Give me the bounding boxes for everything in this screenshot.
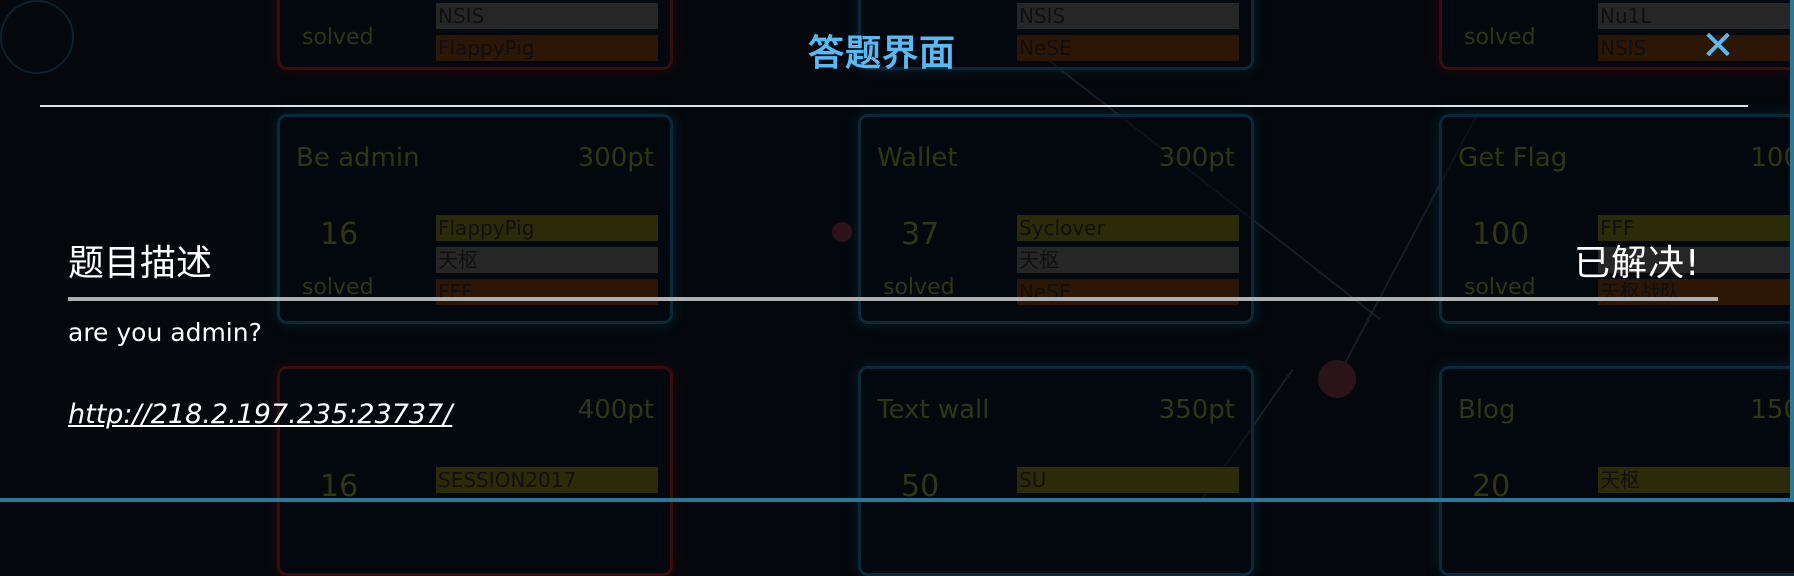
challenge-description: are you admin? bbox=[68, 318, 262, 347]
divider bbox=[40, 105, 1748, 107]
solved-status: 已解决! bbox=[1574, 243, 1701, 284]
description-heading: 题目描述 bbox=[68, 243, 213, 284]
close-icon[interactable]: ✕ bbox=[1698, 26, 1738, 66]
modal-border bbox=[1790, 0, 1794, 502]
challenge-link[interactable]: http://218.2.197.235:23737/ bbox=[68, 399, 452, 430]
divider bbox=[68, 297, 1718, 301]
answer-modal: 答题界面 ✕ 题目描述 已解决! are you admin? http://2… bbox=[0, 0, 1794, 502]
modal-border bbox=[0, 498, 1794, 502]
modal-title: 答题界面 bbox=[807, 33, 956, 74]
